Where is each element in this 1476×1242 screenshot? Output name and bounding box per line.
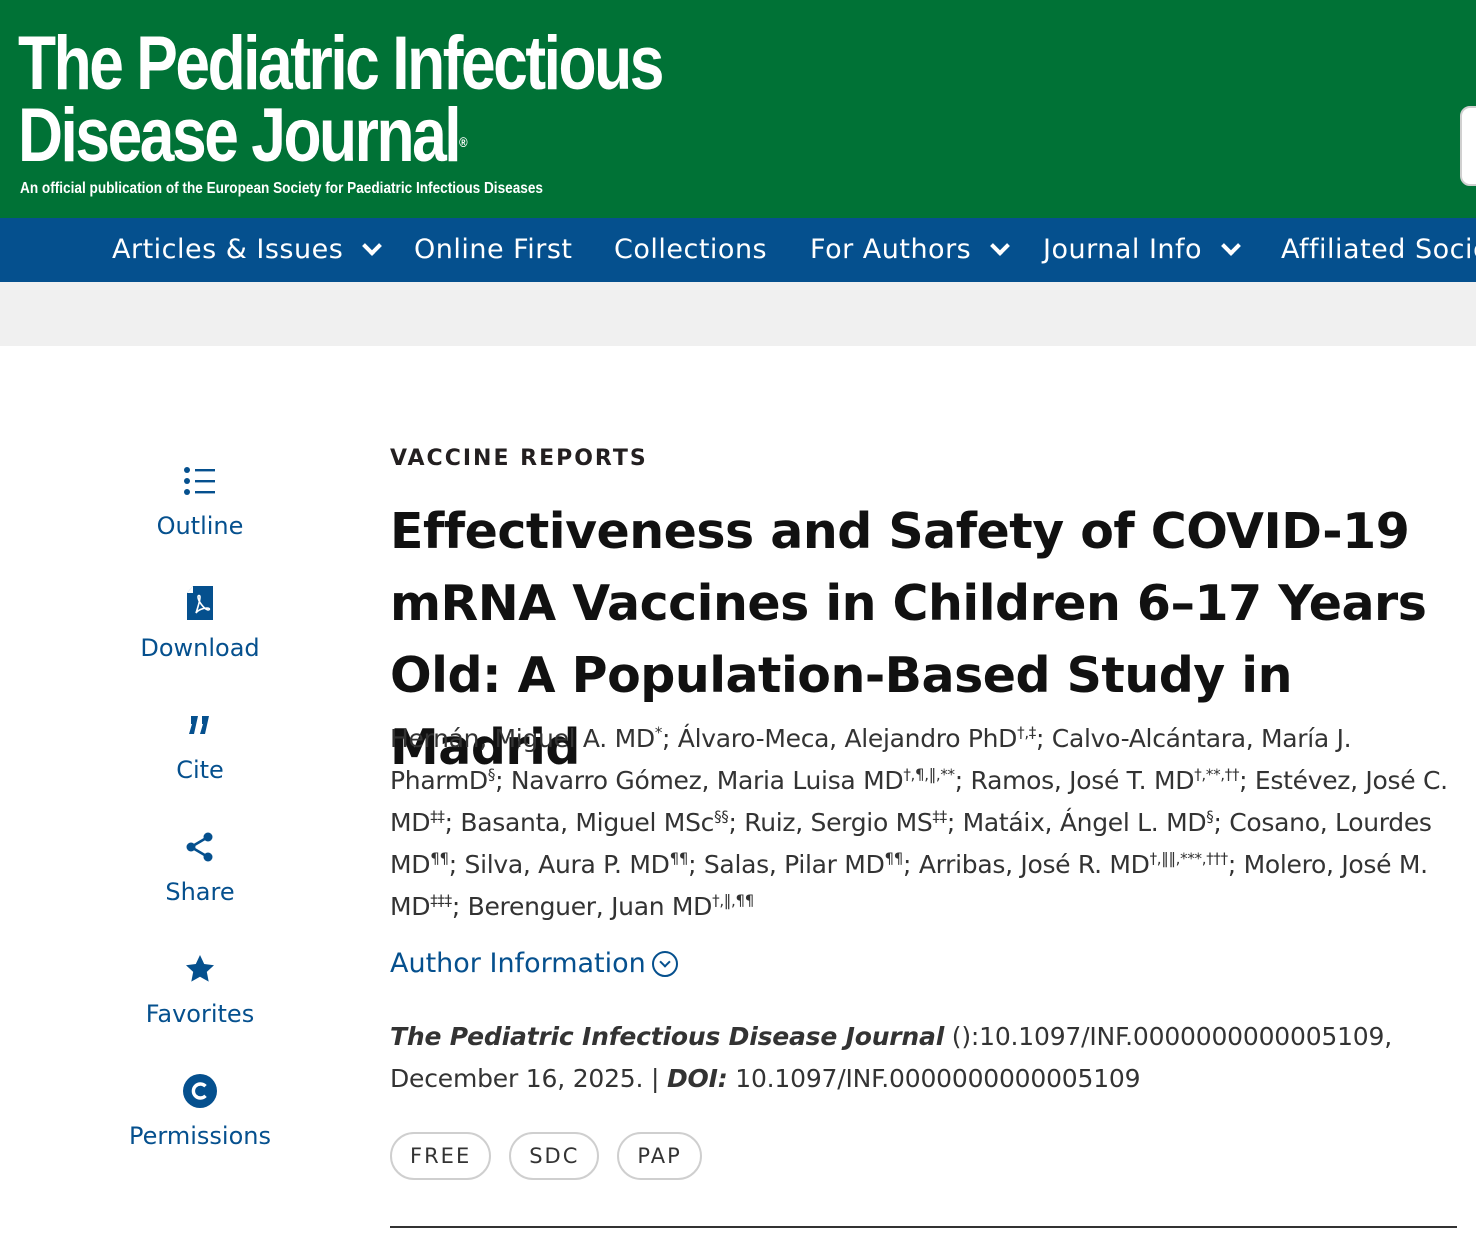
pdf-icon (110, 584, 290, 622)
nav-label: Articles & Issues (112, 234, 344, 265)
doi-value[interactable]: 10.1097/INF.0000000000005109 (728, 1064, 1140, 1093)
tool-label: Download (140, 634, 260, 662)
author-affiliation-marks: ¶¶ (430, 849, 449, 868)
author-information-toggle[interactable]: Author Information (390, 948, 678, 979)
author-affiliation-marks: § (1206, 807, 1214, 826)
tool-label: Share (165, 878, 235, 906)
author-name[interactable]: Salas, Pilar MD (704, 850, 885, 879)
tool-label: Favorites (145, 1000, 255, 1028)
author-name[interactable]: Ruiz, Sergio MS (744, 808, 932, 837)
divider (390, 1226, 1457, 1228)
tool-permissions[interactable]: Permissions (110, 1072, 290, 1150)
chevron-down-icon (362, 236, 383, 256)
author-affiliation-marks: §§ (714, 807, 729, 826)
author-affiliation-marks: †,‡ (1017, 723, 1037, 742)
search-box-edge[interactable] (1460, 106, 1476, 186)
tool-label: Cite (176, 756, 224, 784)
nav-label: Affiliated Societies (1281, 234, 1476, 265)
logo-tagline: An official publication of the European … (20, 180, 543, 197)
badge-sdc: SDC (509, 1132, 600, 1180)
tool-download[interactable]: Download (110, 584, 290, 662)
chevron-circle-down-icon (651, 950, 678, 977)
author-list: Hernán, Miguel A. MD*; Álvaro-Meca, Alej… (390, 723, 1448, 921)
author-name[interactable]: Navarro Gómez, Maria Luisa MD (511, 766, 904, 795)
tool-cite[interactable]: Cite (110, 706, 290, 784)
author-name[interactable]: Arribas, José R. MD (919, 850, 1150, 879)
nav-label: For Authors (810, 234, 972, 265)
citation-journal[interactable]: The Pediatric Infectious Disease Journal (390, 1022, 944, 1051)
author-name[interactable]: Hernán, Miguel A. MD (390, 724, 655, 753)
article-badges: FREE SDC PAP (390, 1132, 702, 1180)
journal-logo[interactable]: The Pediatric Infectious Disease Journal… (18, 21, 803, 198)
nav-collections[interactable]: Collections (614, 218, 767, 282)
author-information-label: Author Information (390, 948, 646, 979)
tool-favorites[interactable]: Favorites (110, 950, 290, 1028)
nav-label: Online First (414, 234, 573, 265)
registered-mark: ® (459, 134, 468, 150)
author-name[interactable]: Basanta, Miguel MSc (460, 808, 714, 837)
author-affiliation-marks: ‡‡ (932, 807, 947, 826)
nav-affiliated-societies[interactable]: Affiliated Societies (1281, 218, 1476, 282)
author-affiliation-marks: * (654, 723, 663, 742)
doi-label: DOI: (666, 1064, 728, 1093)
author-name[interactable]: Ramos, José T. MD (971, 766, 1195, 795)
grey-band (0, 282, 1476, 346)
author-name[interactable]: Matáix, Ángel L. MD (963, 808, 1207, 837)
author-affiliation-marks: †,‖‖,***,††† (1149, 849, 1229, 868)
author-name[interactable]: Silva, Aura P. MD (465, 850, 670, 879)
chevron-down-icon (990, 236, 1011, 256)
nav-journal-info[interactable]: Journal Info (1043, 218, 1241, 282)
main-nav: Articles & Issues Online First Collectio… (0, 218, 1476, 282)
author-affiliation-marks: ‡‡ (430, 807, 445, 826)
author-affiliation-marks: †,¶,‖,** (903, 765, 955, 784)
citation: The Pediatric Infectious Disease Journal… (390, 1016, 1465, 1100)
author-affiliation-marks: ¶¶ (884, 849, 904, 868)
author-affiliation-marks: †,‖,¶¶ (712, 891, 754, 910)
share-icon (110, 828, 290, 866)
badge-free: FREE (390, 1132, 492, 1180)
author-affiliation-marks: †,**,†† (1194, 765, 1240, 784)
nav-online-first[interactable]: Online First (414, 218, 573, 282)
nav-for-authors[interactable]: For Authors (810, 218, 1011, 282)
nav-label: Collections (614, 234, 768, 265)
list-icon (110, 462, 290, 500)
article-section[interactable]: VACCINE REPORTS (390, 446, 648, 471)
masthead: The Pediatric Infectious Disease Journal… (0, 0, 1476, 218)
logo-line-1: The Pediatric Infectious (18, 21, 664, 106)
copyright-icon (110, 1072, 290, 1110)
quote-icon (110, 706, 290, 744)
tool-label: Permissions (129, 1122, 271, 1150)
badge-pap: PAP (617, 1132, 702, 1180)
tool-outline[interactable]: Outline (110, 462, 290, 540)
star-icon (110, 950, 290, 988)
author-affiliation-marks: ‡‡‡ (430, 891, 452, 910)
author-name[interactable]: Berenguer, Juan MD (468, 892, 713, 921)
chevron-down-icon (1221, 236, 1241, 256)
author-affiliation-marks: § (487, 765, 496, 784)
author-name[interactable]: Álvaro-Meca, Alejandro PhD (678, 724, 1018, 753)
nav-label: Journal Info (1043, 234, 1203, 265)
author-affiliation-marks: ¶¶ (669, 849, 689, 868)
tool-share[interactable]: Share (110, 828, 290, 906)
logo-line-2: Disease Journal® (18, 98, 662, 174)
logo-line-2-text: Disease Journal (18, 93, 462, 178)
nav-articles-issues[interactable]: Articles & Issues (112, 218, 383, 282)
tool-label: Outline (156, 512, 244, 540)
